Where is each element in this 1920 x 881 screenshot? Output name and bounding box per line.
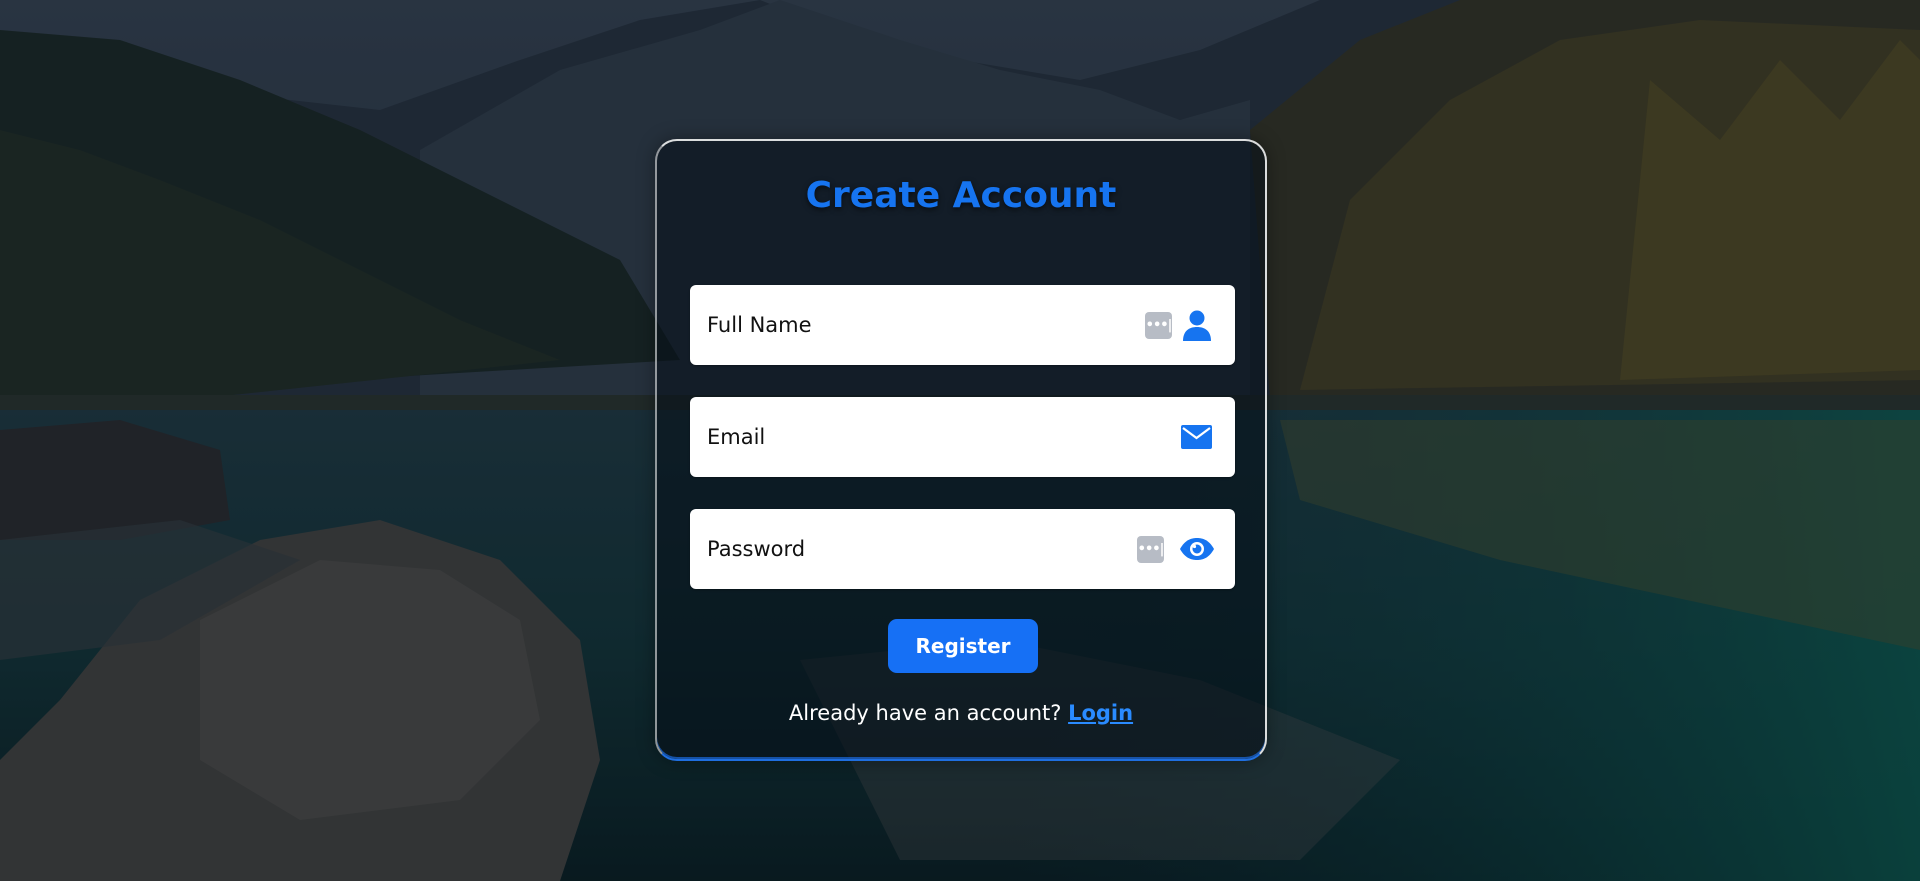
register-button[interactable]: Register <box>888 619 1038 673</box>
full-name-field: •••| <box>690 285 1235 365</box>
full-name-input[interactable] <box>707 285 1107 365</box>
login-prompt: Already have an account? Login <box>657 701 1265 725</box>
login-link[interactable]: Login <box>1068 701 1133 725</box>
email-field <box>690 397 1235 477</box>
autofill-icon[interactable]: •••| <box>1137 536 1164 563</box>
footer-text: Already have an account? <box>788 701 1062 725</box>
page-title: Create Account <box>805 175 1117 216</box>
user-icon <box>1182 285 1212 365</box>
autofill-icon[interactable]: •••| <box>1145 312 1172 339</box>
password-field: •••| <box>690 509 1235 589</box>
password-input[interactable] <box>707 509 1107 589</box>
envelope-icon <box>1181 397 1212 477</box>
eye-icon[interactable] <box>1179 509 1215 589</box>
email-input[interactable] <box>707 397 1107 477</box>
register-card: Create Account •••| •••| <box>655 139 1267 761</box>
